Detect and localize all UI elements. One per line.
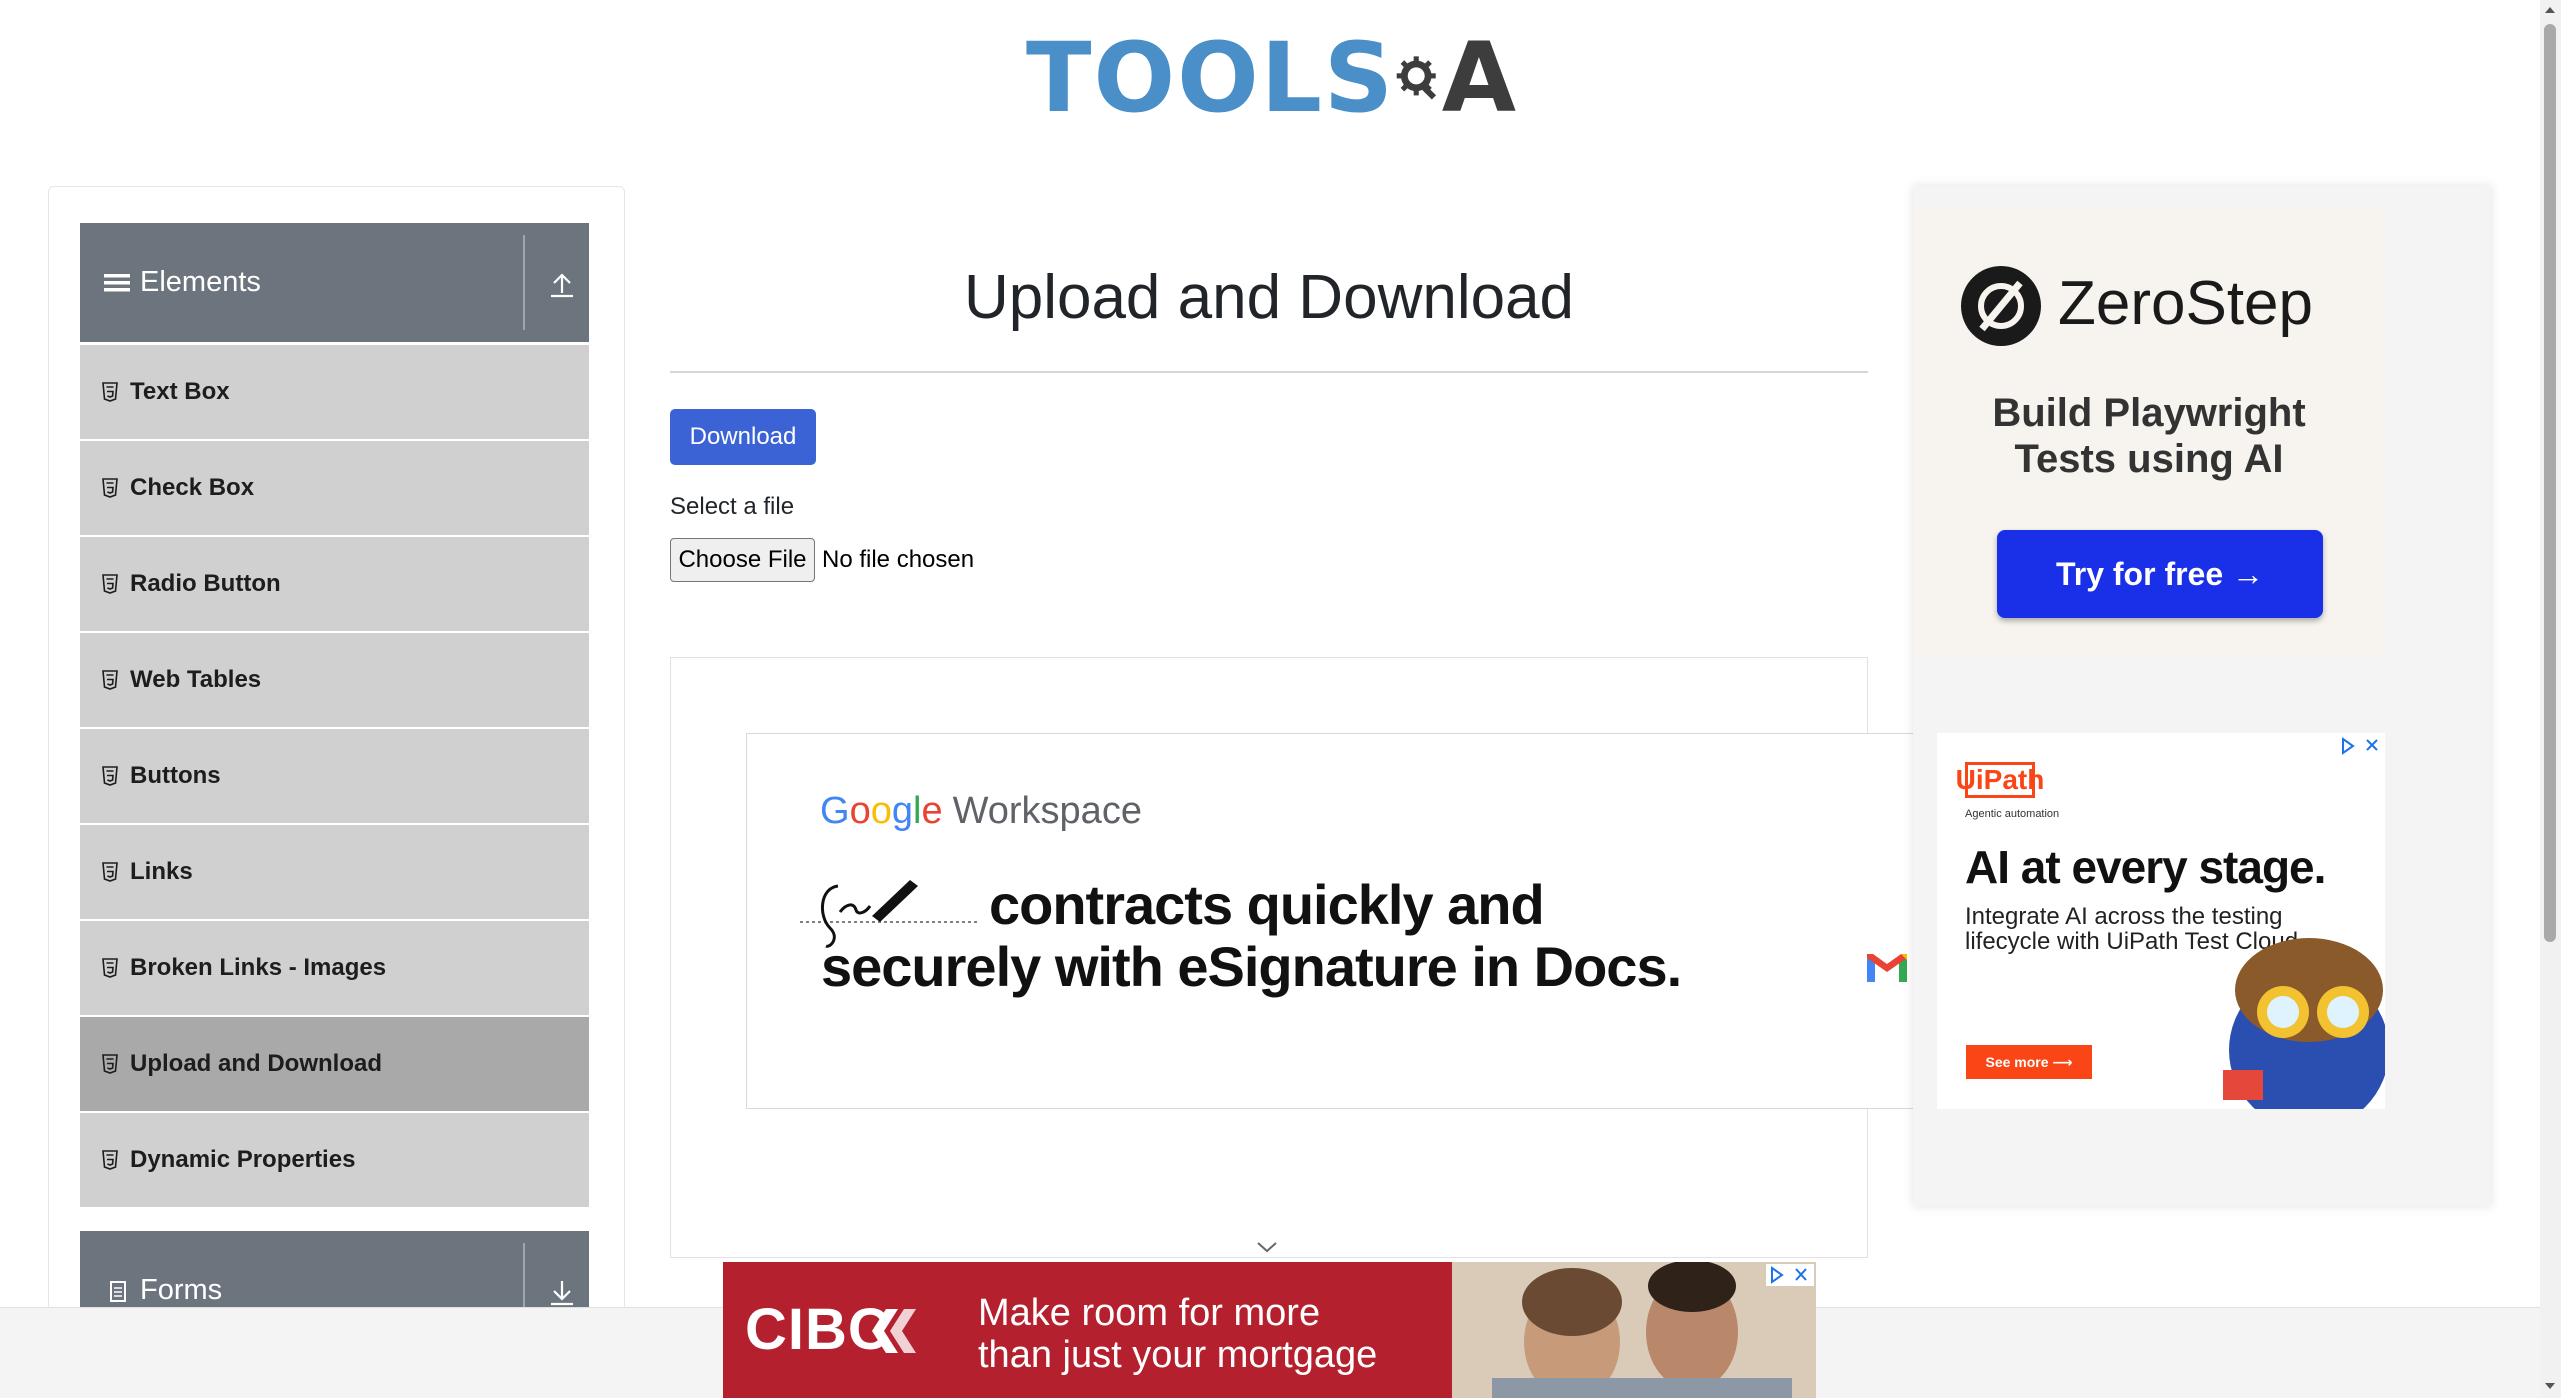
sidebar-group-label: Forms — [140, 1274, 223, 1306]
gear-magnifier-icon — [1396, 56, 1437, 100]
html5-icon — [102, 1150, 118, 1170]
sidebar-item-buttons[interactable]: Buttons — [80, 729, 589, 823]
sidebar-item-label: Radio Button — [130, 570, 281, 597]
logo-letter: o — [870, 790, 892, 832]
page: TOOLS A Elements Text Box Check Box Radi… — [0, 0, 2561, 1398]
sidebar-item-check-box[interactable]: Check Box — [80, 441, 589, 535]
sidebar-group-elements[interactable]: Elements — [80, 223, 589, 342]
file-status-text: No file chosen — [822, 546, 975, 573]
collapse-icon[interactable] — [545, 267, 579, 301]
cibc-ad-text: Make room for more than just your mortga… — [978, 1292, 1377, 1376]
logo-letter: e — [921, 790, 943, 832]
adchoices-icon[interactable] — [1766, 1264, 1814, 1286]
expand-icon[interactable] — [545, 1275, 579, 1309]
zerostep-logo-icon — [1961, 266, 2041, 346]
html5-icon — [102, 670, 118, 690]
scrollbar-thumb[interactable] — [2544, 24, 2556, 942]
logo-suffix: A — [1441, 22, 1516, 134]
menu-icon — [104, 273, 130, 291]
html5-icon — [102, 574, 118, 594]
sidebar-item-label: Check Box — [130, 474, 255, 501]
logo-letter: o — [849, 790, 871, 832]
html5-icon — [102, 478, 118, 498]
ad-headline-line2: securely with eSignature in Docs. — [821, 935, 1682, 998]
sidebar-item-label: Dynamic Properties — [130, 1146, 356, 1173]
choose-file-button[interactable]: Choose File — [670, 538, 815, 582]
sidebar-item-label: Text Box — [130, 378, 230, 405]
html5-icon — [102, 382, 118, 402]
select-file-label: Select a file — [670, 493, 795, 520]
uipath-logo: UiPath — [1956, 762, 2044, 798]
sidebar-item-label: Links — [130, 858, 193, 885]
google-workspace-logo: Google Workspace — [820, 790, 1142, 833]
html5-icon — [102, 958, 118, 978]
scroll-up-arrow-icon[interactable] — [2544, 4, 2556, 16]
try-for-free-button[interactable]: Try for free → — [1997, 530, 2323, 618]
sidebar-item-label: Buttons — [130, 762, 221, 789]
sidebar-item-links[interactable]: Links — [80, 825, 589, 919]
cibc-diamond-icon — [872, 1309, 916, 1353]
sidebar-item-dynamic-properties[interactable]: Dynamic Properties — [80, 1113, 589, 1207]
see-more-button[interactable]: See more ⟶ — [1966, 1045, 2092, 1079]
adchoices-icon[interactable] — [2337, 736, 2385, 756]
download-button[interactable]: Download — [670, 409, 816, 465]
sidebar-item-radio-button[interactable]: Radio Button — [80, 537, 589, 631]
robot-mascot-image — [2223, 938, 2385, 1109]
page-title: Upload and Download — [963, 263, 1575, 332]
sidebar-item-upload-download[interactable]: Upload and Download — [80, 1017, 589, 1111]
logo-text: TOOLS — [1026, 22, 1396, 134]
html5-icon — [102, 1054, 118, 1074]
ad-headline-line1: contracts quickly and — [989, 873, 1545, 936]
logo-letter: G — [820, 790, 850, 832]
site-logo[interactable]: TOOLS A — [1026, 18, 1516, 138]
cibc-line: than just your mortgage — [978, 1334, 1378, 1376]
html5-icon — [102, 862, 118, 882]
divider — [523, 235, 525, 330]
sidebar-group-label: Elements — [140, 266, 261, 298]
divider — [670, 371, 1868, 373]
cibc-line: Make room for more — [978, 1292, 1321, 1334]
zerostep-tagline: Build Playwright Tests using AI — [1913, 390, 2385, 482]
chevron-down-icon[interactable] — [1256, 1240, 1278, 1254]
scroll-down-arrow-icon[interactable] — [2544, 1380, 2556, 1392]
sidebar-item-text-box[interactable]: Text Box — [80, 345, 589, 439]
couple-photo-image — [1452, 1262, 1816, 1398]
logo-letter: g — [891, 790, 913, 832]
uipath-headline: AI at every stage. — [1965, 841, 2326, 893]
product-name: Workspace — [952, 790, 1142, 832]
html5-icon — [102, 766, 118, 786]
sidebar-item-label: Broken Links - Images — [130, 954, 387, 981]
sidebar-item-label: Web Tables — [130, 666, 262, 693]
uipath-subtitle: Agentic automation — [1965, 808, 2060, 820]
zerostep-name: ZeroStep — [2058, 269, 2314, 338]
document-icon — [110, 1280, 126, 1302]
sidebar-item-label: Upload and Download — [130, 1050, 382, 1077]
tagline-line: Tests using AI — [2014, 437, 2284, 481]
gmail-icon — [1867, 954, 1907, 982]
tagline-line: Build Playwright — [1992, 391, 2306, 435]
sidebar-item-broken-links[interactable]: Broken Links - Images — [80, 921, 589, 1015]
sidebar-item-web-tables[interactable]: Web Tables — [80, 633, 589, 727]
